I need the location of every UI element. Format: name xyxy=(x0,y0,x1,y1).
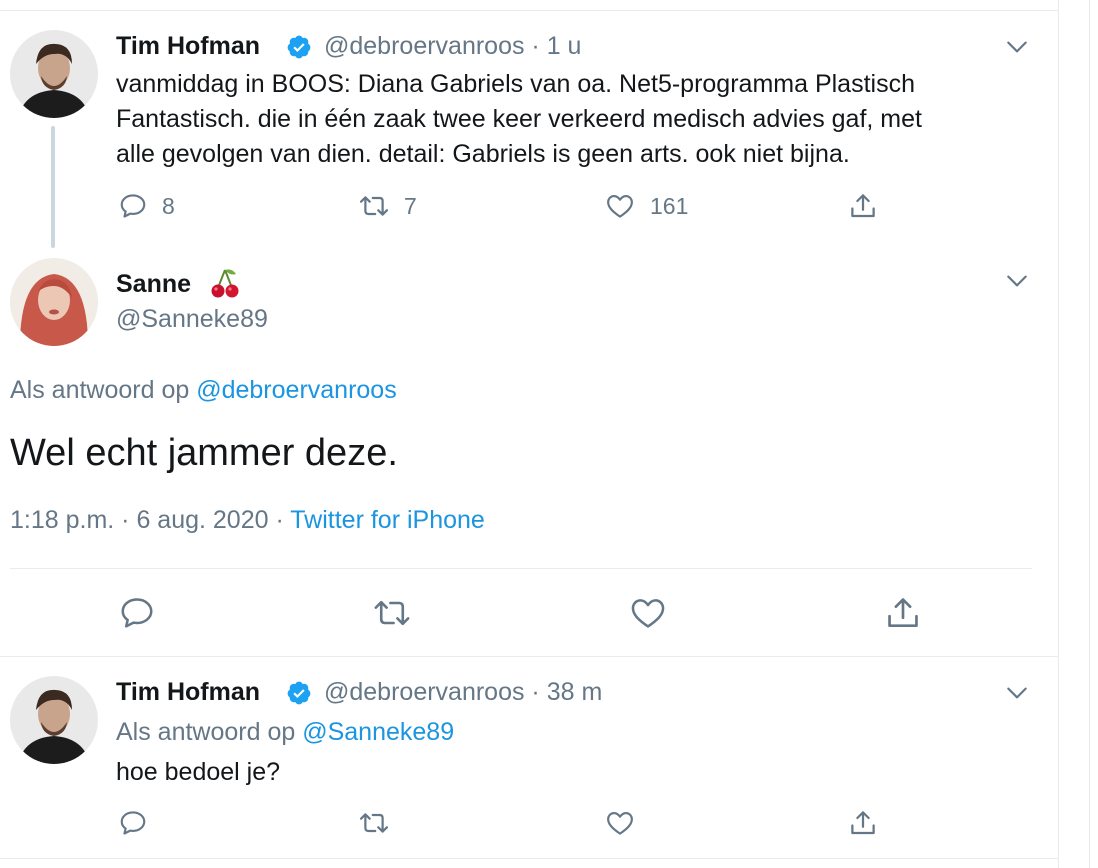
reply-count: 8 xyxy=(162,192,175,219)
right-column-edge xyxy=(1059,0,1098,868)
author-handle-time[interactable]: @debroervanroos · 1 u xyxy=(324,32,581,61)
reply-button[interactable] xyxy=(118,594,156,632)
replying-to-label: Als antwoord op xyxy=(10,376,197,404)
tweet-text-line: Fantastisch. die in één zaak twee keer v… xyxy=(116,105,922,133)
retweet-icon xyxy=(359,196,389,216)
thread-connector-line xyxy=(51,126,55,248)
replying-to: Als antwoord op @debroervanroos xyxy=(10,376,397,405)
reply-icon xyxy=(120,194,146,218)
divider xyxy=(10,568,1032,569)
like-icon xyxy=(607,811,633,835)
retweet-button[interactable] xyxy=(372,594,412,632)
divider xyxy=(0,858,1058,859)
chevron-down-icon[interactable] xyxy=(1004,680,1030,706)
chevron-down-icon[interactable] xyxy=(1004,268,1030,294)
author-handle-time[interactable]: @debroervanroos · 38 m xyxy=(324,678,602,707)
like-button[interactable] xyxy=(604,808,636,838)
divider xyxy=(0,656,1058,657)
tweet-text: Wel echt jammer deze. xyxy=(10,432,398,474)
verified-badge-icon xyxy=(287,681,311,705)
avatar-tim-hofman[interactable] xyxy=(10,676,98,764)
avatar-sanne[interactable] xyxy=(10,258,98,346)
replying-to: Als antwoord op @Sanneke89 xyxy=(116,718,454,747)
retweet-icon xyxy=(359,813,389,833)
tweet-timestamp[interactable]: 1:18 p.m. · 6 aug. 2020 · xyxy=(10,506,290,534)
share-icon xyxy=(851,811,875,835)
replying-to-label: Als antwoord op xyxy=(116,718,303,746)
replying-to-mention[interactable]: @debroervanroos xyxy=(196,376,397,404)
author-name[interactable]: Tim Hofman xyxy=(116,678,260,707)
tweet-text-line: alle gevolgen van dien. detail: Gabriels… xyxy=(116,140,850,168)
reply-icon xyxy=(120,811,146,835)
author-name[interactable]: Tim Hofman xyxy=(116,32,260,61)
avatar-tim-hofman[interactable] xyxy=(10,30,98,118)
tweet-text-line: vanmiddag in BOOS: Diana Gabriels van oa… xyxy=(116,70,915,98)
replying-to-mention[interactable]: @Sanneke89 xyxy=(302,718,454,746)
share-button[interactable] xyxy=(884,593,922,633)
like-icon xyxy=(607,194,633,218)
like-button[interactable]: 161 xyxy=(604,191,688,221)
tweet-text: hoe bedoel je? xyxy=(116,758,281,786)
share-button[interactable] xyxy=(848,190,878,222)
reply-button[interactable] xyxy=(118,808,148,838)
reply-icon xyxy=(121,598,153,628)
retweet-button[interactable]: 7 xyxy=(358,191,417,221)
reply-button[interactable]: 8 xyxy=(118,191,175,221)
share-button[interactable] xyxy=(848,807,878,839)
retweet-button[interactable] xyxy=(358,808,390,838)
tweet-text: vanmiddag in BOOS: Diana Gabriels van oa… xyxy=(116,67,922,172)
cherry-emoji xyxy=(211,269,239,298)
tweet-source[interactable]: Twitter for iPhone xyxy=(290,506,485,534)
tweet-meta: 1:18 p.m. · 6 aug. 2020 · Twitter for iP… xyxy=(10,506,485,535)
share-icon xyxy=(888,598,918,628)
verified-badge-icon xyxy=(287,35,311,59)
retweet-icon xyxy=(374,600,410,626)
like-button[interactable] xyxy=(628,594,668,632)
like-icon xyxy=(631,599,665,628)
like-count: 161 xyxy=(650,192,689,219)
chevron-down-icon[interactable] xyxy=(1004,34,1030,60)
retweet-count: 7 xyxy=(404,192,417,219)
share-icon xyxy=(851,194,875,218)
top-divider xyxy=(0,10,1058,11)
author-name[interactable]: Sanne xyxy=(116,270,191,299)
author-handle[interactable]: @Sanneke89 xyxy=(116,305,268,334)
